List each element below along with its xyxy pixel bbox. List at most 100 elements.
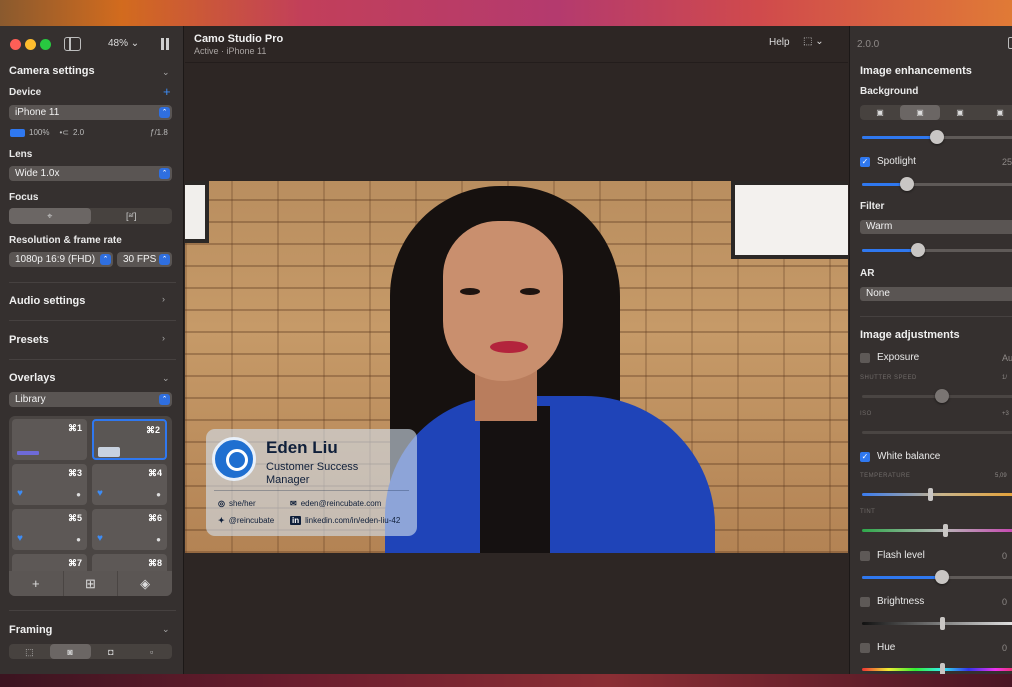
device-select[interactable]: iPhone 11 ⌃ xyxy=(9,105,172,120)
divider xyxy=(9,610,176,611)
flash-level-checkbox[interactable] xyxy=(860,551,870,561)
image-enhancements-heading: Image enhancements xyxy=(860,65,972,77)
person-frame-icon[interactable]: ◙ xyxy=(49,644,91,659)
lens-select[interactable]: Wide 1.0x ⌃ xyxy=(9,166,172,181)
flash-level-label: Flash level xyxy=(877,550,925,561)
inspector-toggle-icon[interactable] xyxy=(1008,37,1012,49)
overlay-tile[interactable]: ⌘1 xyxy=(12,419,87,460)
card-email: ✉ eden@reincubate.com xyxy=(290,499,381,508)
camera-settings-heading[interactable]: Camera settings xyxy=(9,65,95,77)
slider-knob[interactable] xyxy=(899,177,914,191)
help-button[interactable]: Help xyxy=(769,37,790,48)
presets-heading[interactable]: Presets xyxy=(9,334,49,346)
preview-area: Camo Studio Pro Active · iPhone 11 Help … xyxy=(185,26,848,674)
filter-select[interactable]: Warm xyxy=(860,220,1012,234)
brightness-slider[interactable] xyxy=(862,617,1012,630)
plus-icon[interactable]: + xyxy=(9,571,64,596)
chevron-down-icon[interactable]: ⌄ xyxy=(162,624,170,635)
spotlight-slider[interactable] xyxy=(862,177,1012,191)
chevron-down-icon[interactable]: ⌄ xyxy=(162,373,170,384)
slider-knob[interactable] xyxy=(940,617,945,630)
name-card-overlay[interactable]: Eden Liu Customer Success Manager ◎ she/h… xyxy=(206,429,417,536)
sidebar-toggle-icon[interactable] xyxy=(64,37,81,51)
face-frame-icon[interactable]: ◘ xyxy=(91,644,132,659)
background-slider[interactable] xyxy=(862,130,1012,144)
wall-picture-frame xyxy=(185,181,209,243)
slider-knob[interactable] xyxy=(935,389,949,403)
shutter-speed-slider[interactable] xyxy=(862,389,1012,403)
iso-slider[interactable] xyxy=(862,431,1012,434)
hue-checkbox[interactable] xyxy=(860,643,870,653)
overlay-tile[interactable]: ⌘4 ♥ ● xyxy=(92,464,167,505)
brightness-label: Brightness xyxy=(877,596,925,607)
chevron-right-icon[interactable]: › xyxy=(162,333,165,343)
resolution-select[interactable]: 1080p 16:9 (FHD) ⌃ xyxy=(9,252,113,267)
slider-knob[interactable] xyxy=(940,663,945,674)
background-image-icon[interactable]: ▣ xyxy=(940,105,980,120)
ar-label: AR xyxy=(860,268,875,279)
layers-icon[interactable]: ◈ xyxy=(118,571,172,596)
select-arrows-icon: ⌃ xyxy=(159,168,170,179)
ar-select[interactable]: None xyxy=(860,287,1012,301)
maximize-window-button[interactable] xyxy=(40,39,51,50)
background-off-icon[interactable]: ▣ xyxy=(860,105,900,120)
overlay-tile[interactable]: ⌘5 ♥ ● xyxy=(12,509,87,550)
exposure-checkbox[interactable] xyxy=(860,353,870,363)
desktop-wallpaper xyxy=(0,674,1012,687)
heart-icon: ♥ xyxy=(97,533,103,544)
close-window-button[interactable] xyxy=(10,39,21,50)
overlays-heading[interactable]: Overlays xyxy=(9,372,55,384)
usb-version: 2.0 xyxy=(72,128,85,137)
divider xyxy=(214,490,409,491)
exposure-value: Au xyxy=(1002,353,1012,363)
white-balance-label: White balance xyxy=(877,451,941,462)
hue-label: Hue xyxy=(877,642,896,653)
person-icon: ● xyxy=(76,490,81,499)
display-menu-icon[interactable]: ⬚ ⌄ xyxy=(803,36,824,47)
empty-frame-icon[interactable]: ▫ xyxy=(131,644,172,659)
flash-level-slider[interactable] xyxy=(862,570,1012,584)
app-status: Active · iPhone 11 xyxy=(194,46,267,56)
audio-settings-heading[interactable]: Audio settings xyxy=(9,295,85,307)
overlay-tile-selected[interactable]: ⌘2 xyxy=(92,419,167,460)
crosshair-icon[interactable]: ⌖ xyxy=(9,208,91,224)
spotlight-checkbox[interactable]: ✓ xyxy=(860,157,870,167)
hue-slider[interactable] xyxy=(862,663,1012,674)
chevron-down-icon[interactable]: ⌄ xyxy=(162,67,170,78)
zoom-menu[interactable]: 48% ⌄ xyxy=(104,36,143,52)
plus-icon[interactable]: + xyxy=(163,84,171,99)
fps-select[interactable]: 30 FPS ⌃ xyxy=(117,252,172,267)
minimize-window-button[interactable] xyxy=(25,39,36,50)
overlay-tile[interactable]: ⌘6 ♥ ● xyxy=(92,509,167,550)
slider-knob[interactable] xyxy=(928,488,933,501)
framing-heading[interactable]: Framing xyxy=(9,624,52,636)
slider-knob[interactable] xyxy=(935,570,949,584)
filter-slider[interactable] xyxy=(862,243,1012,257)
grid-icon[interactable]: ⊞ xyxy=(64,571,119,596)
company-logo-icon xyxy=(212,437,256,481)
temperature-slider[interactable] xyxy=(862,488,1012,501)
fps-select-value: 30 FPS xyxy=(123,254,157,265)
exposure-label: Exposure xyxy=(877,352,920,363)
overlay-source-select[interactable]: Library ⌃ xyxy=(9,392,172,407)
select-arrows-icon: ⌃ xyxy=(159,254,170,265)
lens-select-value: Wide 1.0x xyxy=(15,168,60,179)
background-solid-icon[interactable]: ▣ xyxy=(980,105,1012,120)
overlay-tile[interactable]: ⌘3 ♥ ● xyxy=(12,464,87,505)
slider-knob[interactable] xyxy=(930,130,945,144)
spotlight-value: 25 xyxy=(1002,157,1012,167)
chevron-right-icon[interactable]: › xyxy=(162,294,165,304)
person-face xyxy=(443,221,563,381)
auto-focus-icon[interactable]: [ᵃᶠ] xyxy=(91,208,173,224)
slider-fill xyxy=(862,576,942,579)
cursor-frame-icon[interactable]: ⬚ xyxy=(9,644,50,659)
brightness-checkbox[interactable] xyxy=(860,597,870,607)
slider-knob[interactable] xyxy=(911,243,925,257)
background-blur-icon[interactable]: ▣ xyxy=(900,105,940,120)
pause-icon[interactable] xyxy=(160,38,170,50)
white-balance-checkbox[interactable]: ✓ xyxy=(860,452,870,462)
aperture-value: ƒ/1.8 xyxy=(150,128,168,137)
select-arrows-icon: ⌃ xyxy=(159,394,170,405)
tint-slider[interactable] xyxy=(862,524,1012,537)
slider-knob[interactable] xyxy=(943,524,948,537)
